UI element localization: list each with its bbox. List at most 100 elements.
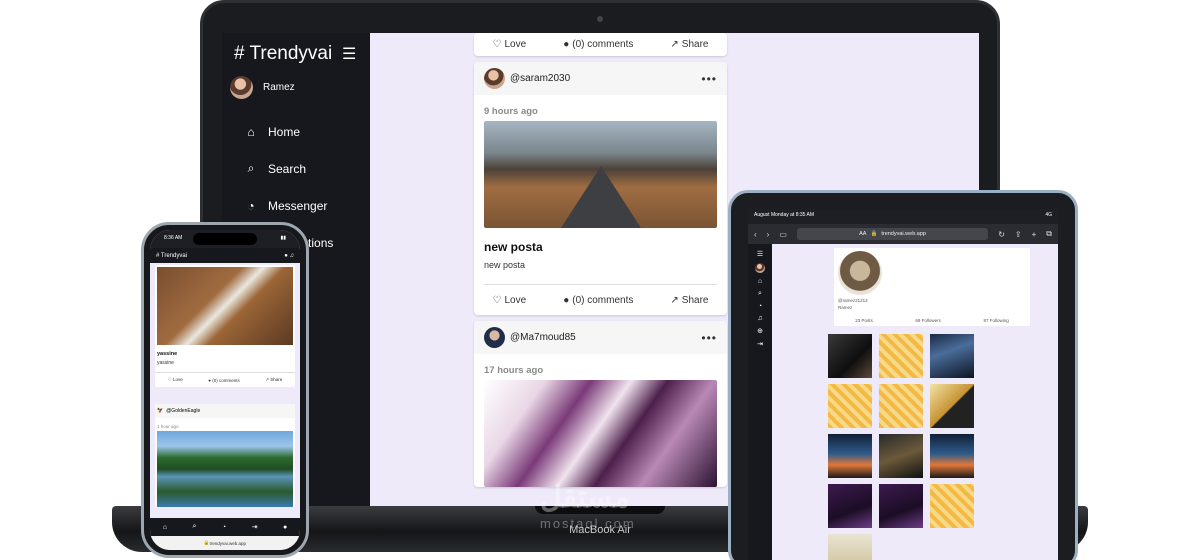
messenger-icon[interactable]: ◔	[758, 303, 762, 310]
dynamic-island	[193, 233, 257, 245]
more-options-icon[interactable]: •••	[701, 331, 717, 345]
app-brand[interactable]: # Trendyvai	[234, 43, 332, 65]
notifications-icon[interactable]: ♫	[757, 315, 762, 322]
grid-thumbnail[interactable]	[828, 484, 872, 528]
posts-count[interactable]: 23 Posts	[855, 318, 873, 323]
share-icon: ↗	[670, 294, 679, 306]
home-icon[interactable]: ⌂	[758, 278, 762, 285]
post-actions: ♡ Love ● (0) comments ↗ Share	[155, 373, 295, 387]
author-handle[interactable]: @GoldenEagle	[166, 408, 200, 414]
tablet-screen: August Monday at 8:35 AM 4G ‹ › ▭ AA 🔒 t…	[748, 209, 1058, 560]
sidebar-item-label: Home	[268, 124, 301, 139]
comments-button[interactable]: ● (0) comments	[563, 295, 633, 306]
forward-icon[interactable]: ›	[767, 230, 770, 239]
grid-thumbnail[interactable]	[930, 334, 974, 378]
post-image[interactable]	[484, 380, 717, 487]
followers-count[interactable]: 69 Followers	[915, 318, 941, 323]
profile-stats: 23 Posts 69 Followers 87 Following	[834, 318, 1030, 323]
comments-button[interactable]: ● (0) comments	[208, 378, 239, 383]
tablet-status-time: August Monday at 8:35 AM	[754, 212, 815, 218]
more-options-icon[interactable]: •••	[701, 72, 717, 86]
tablet-status-bar: August Monday at 8:35 AM 4G	[748, 209, 1058, 224]
post-card: @Ma7moud85 ••• 17 hours ago	[474, 321, 727, 487]
comments-label: (0) comments	[212, 377, 240, 383]
post-body: new posta	[484, 258, 717, 285]
sidebar-item-label: Messenger	[268, 198, 328, 213]
post-actions: ♡ Love ● (0) comments ↗ Share	[474, 285, 727, 315]
home-icon[interactable]: ⌂	[163, 524, 167, 531]
battery-icon: ▮▮	[280, 235, 286, 241]
address-bar[interactable]: AA 🔒 trendyvai.web.app	[796, 228, 989, 240]
reload-icon[interactable]: ↻	[998, 230, 1005, 239]
bookmarks-icon[interactable]: ▭	[779, 230, 787, 239]
logout-icon[interactable]: ⇥	[252, 523, 258, 531]
eagle-avatar-icon: 🦅	[157, 408, 164, 414]
grid-thumbnail[interactable]	[930, 434, 974, 478]
sidebar-user[interactable]: Ramez	[230, 76, 295, 99]
avatar[interactable]	[755, 263, 765, 273]
phone-brand[interactable]: # Trendyvai	[156, 253, 187, 259]
post-card: yassine yassine ♡ Love ● (0) comments ↗ …	[155, 265, 295, 387]
post-image[interactable]	[157, 267, 293, 345]
post-author[interactable]: @saram2030	[484, 68, 570, 89]
grid-thumbnail[interactable]	[828, 434, 872, 478]
love-button[interactable]: ♡ Love	[493, 295, 527, 306]
avatar[interactable]: ●	[283, 524, 287, 531]
post-title: yassine	[157, 351, 178, 357]
sidebar-item-messenger[interactable]: ◔ Messenger	[244, 187, 364, 224]
hamburger-icon[interactable]: ☰	[342, 44, 356, 64]
share-button[interactable]: ↗ Share	[265, 377, 282, 383]
post-card-partial: ♡ Love ● (0) comments ↗ Share	[474, 33, 727, 56]
love-label: Love	[504, 294, 527, 306]
grid-thumbnail[interactable]	[879, 484, 923, 528]
post-header: @Ma7moud85 •••	[474, 321, 727, 354]
messenger-icon[interactable]: ◔	[222, 524, 226, 531]
grid-thumbnail[interactable]	[930, 484, 974, 528]
logout-icon[interactable]: ⇥	[757, 340, 763, 348]
sidebar-item-search[interactable]: ⌕ Search	[244, 150, 364, 187]
search-icon[interactable]: ⌕	[758, 290, 762, 298]
following-count[interactable]: 87 Following	[983, 318, 1008, 323]
avatar	[484, 327, 505, 348]
post-image[interactable]	[157, 431, 293, 507]
sidebar-item-label: Search	[268, 161, 307, 176]
phone-address-bar[interactable]: 🔒 trendyvai.web.app	[150, 536, 300, 550]
comments-label: (0) comments	[572, 39, 634, 50]
love-label: Love	[504, 39, 527, 50]
sidebar-item-home[interactable]: ⌂ Home	[244, 113, 364, 150]
profile-name: Ramez	[838, 305, 853, 310]
love-button[interactable]: ♡ Love	[493, 39, 527, 50]
grid-thumbnail[interactable]	[879, 434, 923, 478]
share-icon[interactable]: ⇪	[1015, 230, 1022, 239]
phone-header: # Trendyvai ● ♫	[150, 248, 300, 263]
grid-thumbnail[interactable]	[930, 384, 974, 428]
post-image[interactable]	[484, 121, 717, 228]
love-button[interactable]: ♡ Love	[168, 377, 183, 383]
post-actions: ♡ Love ● (0) comments ↗ Share	[474, 33, 727, 56]
share-button[interactable]: ↗ Share	[670, 295, 708, 306]
tabs-icon[interactable]: ⧉	[1046, 229, 1052, 239]
post-author[interactable]: @Ma7moud85	[484, 327, 576, 348]
grid-thumbnail[interactable]	[828, 384, 872, 428]
comment-icon: ●	[563, 39, 570, 50]
post-feed: ♡ Love ● (0) comments ↗ Share @saram2030 ••…	[474, 33, 727, 493]
grid-thumbnail[interactable]	[879, 384, 923, 428]
profile-header: @ramez21212 Ramez 23 Posts 69 Followers …	[834, 248, 1030, 326]
author-handle: @saram2030	[510, 73, 571, 84]
grid-thumbnail[interactable]	[879, 334, 923, 378]
hamburger-icon[interactable]: ☰	[757, 250, 763, 258]
comments-button[interactable]: ● (0) comments	[563, 39, 633, 50]
browser-toolbar: ‹ › ▭ AA 🔒 trendyvai.web.app ↻ ⇪ + ⧉	[748, 224, 1058, 244]
phone-bottom-nav: ⌂ ⌕ ◔ ⇥ ●	[150, 518, 300, 536]
grid-thumbnail[interactable]	[828, 334, 872, 378]
share-icon: ↗	[670, 39, 679, 50]
share-button[interactable]: ↗ Share	[670, 39, 708, 50]
new-tab-icon[interactable]: +	[1032, 230, 1037, 239]
search-icon[interactable]: ⌕	[192, 523, 196, 531]
notifications-icon[interactable]: ● ♫	[284, 253, 294, 259]
post-body: yassine	[155, 358, 295, 373]
back-icon[interactable]: ‹	[754, 230, 757, 239]
grid-thumbnail[interactable]	[828, 534, 872, 560]
user-name: Ramez	[263, 82, 295, 93]
add-icon[interactable]: ⊕	[757, 327, 763, 335]
